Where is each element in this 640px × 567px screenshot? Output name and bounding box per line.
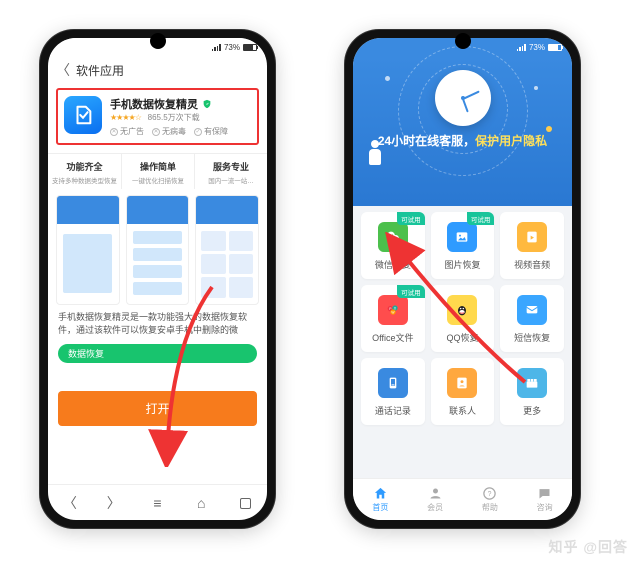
watermark: 知乎 @回答: [548, 537, 628, 557]
cell-label: 短信恢复: [514, 331, 550, 344]
feature-item[interactable]: 服务专业 国内一流一站…: [195, 154, 267, 189]
back-bar[interactable]: 〈 软件应用: [48, 56, 267, 84]
person-icon: [367, 140, 383, 166]
cell-label: QQ恢复: [446, 331, 478, 344]
svg-text:?: ?: [488, 491, 492, 498]
tab-label: 帮助: [482, 502, 498, 513]
cell-label: 微信恢复: [375, 258, 411, 271]
more-icon: [517, 368, 547, 398]
qq-icon: [447, 295, 477, 325]
tab-label: 会员: [427, 502, 443, 513]
chat-icon: [537, 486, 552, 501]
cell-label: Office文件: [372, 331, 413, 344]
download-count: 865.5万次下载: [148, 113, 200, 122]
category-pill[interactable]: 数据恢复: [58, 344, 257, 363]
cell-video[interactable]: 视频音频: [500, 212, 564, 279]
nav-tabs-icon[interactable]: [230, 495, 260, 511]
phone-left: 73% 〈 软件应用 手机数据恢复精灵: [40, 30, 275, 528]
feature-item[interactable]: 功能齐全 支持多种数据类型恢复: [48, 154, 122, 189]
try-badge: 可试用: [467, 212, 495, 225]
signal-icon: [517, 44, 526, 51]
screenshot-row[interactable]: [48, 189, 267, 311]
phone-right: 73% 24小时在线客服，保护用户隐私 可试用 微信恢复: [345, 30, 580, 528]
screenshot[interactable]: [195, 195, 259, 305]
battery-icon: [243, 44, 257, 51]
feature-item[interactable]: 操作简单 一键优化扫描恢复: [122, 154, 195, 189]
feature-row: 功能齐全 支持多种数据类型恢复 操作简单 一键优化扫描恢复 服务专业 国内一流一…: [48, 153, 267, 189]
cell-sms[interactable]: 短信恢复: [500, 285, 564, 352]
tab-bar: 首页 会员 ? 帮助 咨询: [353, 478, 572, 520]
feature-grid: 可试用 微信恢复 可试用 图片恢复 视频音频 可试用: [361, 212, 564, 425]
try-badge: 可试用: [397, 285, 425, 298]
cell-label: 通话记录: [375, 404, 411, 417]
tab-consult[interactable]: 咨询: [517, 479, 572, 520]
battery-text: 73%: [224, 43, 240, 52]
tab-home[interactable]: 首页: [353, 479, 408, 520]
cell-label: 联系人: [449, 404, 476, 417]
app-title: 手机数据恢复精灵: [110, 96, 198, 112]
battery-text: 73%: [529, 43, 545, 52]
clock-icon: [435, 70, 491, 126]
rating-stars: ★★★★☆: [110, 113, 141, 122]
hero-banner: 24小时在线客服，保护用户隐私: [353, 56, 572, 206]
picture-icon: [447, 222, 477, 252]
cell-more[interactable]: 更多: [500, 358, 564, 425]
wechat-icon: [378, 222, 408, 252]
nav-home-icon[interactable]: ⌂: [186, 495, 216, 511]
cell-picture[interactable]: 可试用 图片恢复: [431, 212, 495, 279]
tab-label: 咨询: [537, 502, 553, 513]
app-icon: [64, 96, 102, 134]
phone-icon: [378, 368, 408, 398]
tab-label: 首页: [372, 502, 388, 513]
home-icon: [373, 486, 388, 501]
chevron-left-icon: 〈: [56, 60, 70, 80]
contacts-icon: [447, 368, 477, 398]
battery-icon: [548, 44, 562, 51]
cell-label: 视频音频: [514, 258, 550, 271]
notch: [150, 33, 166, 49]
office-icon: PXW: [378, 295, 408, 325]
app-tags: ✕无广告 ✕无病毒 ✓有保障: [110, 126, 251, 137]
nav-back-icon[interactable]: 〈: [55, 493, 85, 513]
cell-label: 更多: [523, 404, 541, 417]
shield-icon: [202, 99, 212, 109]
help-icon: ?: [482, 486, 497, 501]
signal-icon: [212, 44, 221, 51]
tab-help[interactable]: ? 帮助: [463, 479, 518, 520]
screenshot[interactable]: [56, 195, 120, 305]
app-description: 手机数据恢复精灵是一款功能强大的数据恢复软件，通过该软件可以恢复安卓手机中删除的…: [48, 311, 267, 336]
cell-office[interactable]: 可试用 PXW Office文件: [361, 285, 425, 352]
cell-contacts[interactable]: 联系人: [431, 358, 495, 425]
nav-menu-icon[interactable]: ≡: [142, 495, 172, 511]
cell-label: 图片恢复: [444, 258, 480, 271]
user-icon: [428, 486, 443, 501]
app-card[interactable]: 手机数据恢复精灵 ★★★★☆ 865.5万次下载 ✕无广告 ✕无病毒 ✓有保障: [56, 88, 259, 145]
cell-qq[interactable]: QQ恢复: [431, 285, 495, 352]
open-button[interactable]: 打开: [58, 391, 257, 426]
tab-member[interactable]: 会员: [408, 479, 463, 520]
cell-calllog[interactable]: 通话记录: [361, 358, 425, 425]
try-badge: 可试用: [397, 212, 425, 225]
cell-wechat[interactable]: 可试用 微信恢复: [361, 212, 425, 279]
sms-icon: [517, 295, 547, 325]
notch: [455, 33, 471, 49]
page-title: 软件应用: [76, 62, 124, 79]
screenshot[interactable]: [126, 195, 190, 305]
nav-forward-icon[interactable]: 〉: [99, 493, 129, 513]
video-icon: [517, 222, 547, 252]
browser-nav: 〈 〉 ≡ ⌂: [48, 484, 267, 520]
